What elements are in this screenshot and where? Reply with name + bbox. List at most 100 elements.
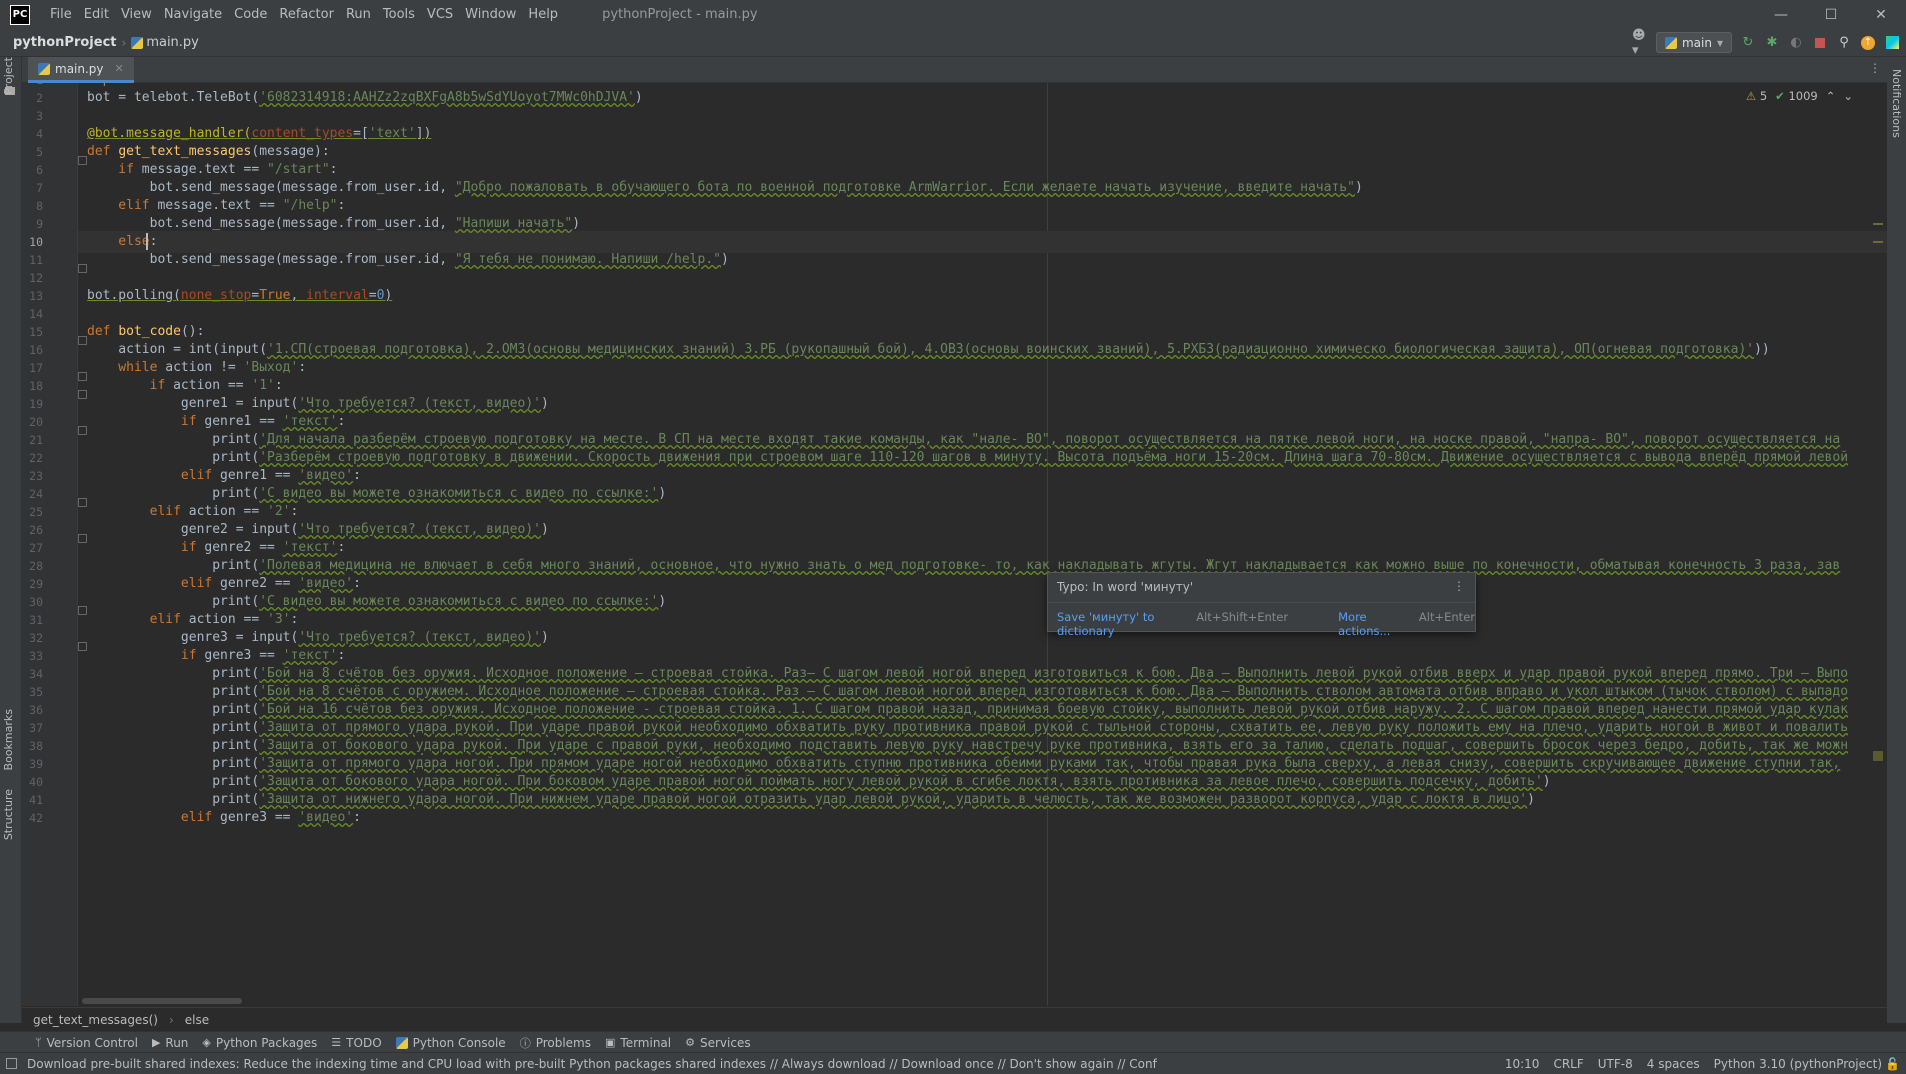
python-file-icon	[38, 62, 50, 75]
code-breadcrumbs: get_text_messages() › else	[22, 1007, 1887, 1032]
menu-edit[interactable]: Edit	[78, 0, 115, 29]
fold-marker-icon[interactable]	[78, 336, 87, 345]
maximize-icon[interactable]: ☐	[1806, 0, 1856, 29]
breadcrumb-project[interactable]: pythonProject	[13, 35, 117, 50]
python-console-tool[interactable]: Python Console	[395, 1036, 506, 1050]
user-icon[interactable]: ☻▾	[1632, 28, 1648, 58]
vertical-scrollbar[interactable]	[1873, 83, 1883, 1006]
close-tab-icon[interactable]: ✕	[115, 62, 124, 75]
caret-position[interactable]: 10:10	[1505, 1057, 1540, 1071]
close-icon[interactable]: ✕	[1856, 0, 1906, 29]
python-interpreter[interactable]: Python 3.10 (pythonProject)	[1714, 1057, 1882, 1071]
fold-marker-icon[interactable]	[78, 426, 87, 435]
more-actions-shortcut: Alt+Enter	[1418, 610, 1475, 624]
check-icon: ✔	[1775, 89, 1785, 103]
problems-tool[interactable]: ⓘ Problems	[520, 1035, 591, 1051]
line-number: 42	[29, 811, 43, 825]
menu-refactor[interactable]: Refactor	[273, 0, 340, 29]
status-message[interactable]: Download pre-built shared indexes: Reduc…	[27, 1057, 1157, 1071]
kebab-menu-icon[interactable]: ⋮	[1453, 579, 1465, 593]
version-control-tool[interactable]: ᛘ Version Control	[35, 1036, 138, 1050]
python-packages-tool[interactable]: ◈ Python Packages	[202, 1036, 317, 1050]
indent-setting[interactable]: 4 spaces	[1647, 1057, 1700, 1071]
fold-marker-icon[interactable]	[78, 642, 87, 651]
scroll-marker	[1873, 751, 1883, 761]
menu-view[interactable]: View	[115, 0, 158, 29]
kebab-menu-icon[interactable]: ⋮	[1869, 61, 1881, 75]
code-line: bot = telebot.TeleBot('6082314918:AAHZz2…	[87, 90, 643, 105]
window-controls: — ☐ ✕	[1756, 0, 1906, 29]
breadcrumb-else[interactable]: else	[185, 1013, 209, 1027]
services-tool[interactable]: ⚙ Services	[685, 1036, 750, 1050]
menu-window[interactable]: Window	[459, 0, 522, 29]
fold-marker-icon[interactable]	[78, 498, 87, 507]
breadcrumb-function[interactable]: get_text_messages()	[33, 1013, 158, 1027]
inspection-widget[interactable]: ⚠ 5 ✔ 1009 ⌃ ⌄	[1746, 89, 1853, 103]
title-bar: PC File Edit View Navigate Code Refactor…	[0, 0, 1906, 29]
list-icon: ☰	[331, 1036, 342, 1049]
bookmarks-tool-tab[interactable]: Bookmarks	[2, 709, 15, 770]
right-margin-guide	[1047, 83, 1048, 1006]
menu-help[interactable]: Help	[522, 0, 564, 29]
editor-tab-label: main.py	[55, 61, 104, 76]
popup-actions: Save 'минуту' to dictionary Alt+Shift+En…	[1057, 610, 1475, 638]
project-tool-tab[interactable]: Project	[2, 57, 15, 95]
terminal-icon: ▣	[605, 1036, 616, 1049]
more-actions-link[interactable]: More actions...	[1338, 610, 1405, 638]
fold-marker-icon[interactable]	[78, 264, 87, 273]
horizontal-scrollbar[interactable]	[82, 998, 242, 1004]
breadcrumb-file[interactable]: main.py	[131, 35, 199, 50]
stop-icon[interactable]	[1812, 35, 1828, 51]
todo-tool[interactable]: ☰ TODO	[331, 1036, 381, 1050]
jetbrains-icon[interactable]	[1884, 35, 1900, 51]
popup-title: Typo: In word 'минуту'	[1057, 580, 1194, 594]
fold-marker-icon[interactable]	[78, 606, 87, 615]
pycharm-logo-icon: PC	[10, 4, 30, 25]
search-icon[interactable]: ⚲	[1836, 35, 1852, 51]
status-bar: Download pre-built shared indexes: Reduc…	[0, 1052, 1906, 1074]
rerun-icon[interactable]: ↻	[1740, 35, 1756, 51]
menu-vcs[interactable]: VCS	[421, 0, 459, 29]
code-editor[interactable]: ⚠ 5 ✔ 1009 ⌃ ⌄ 1 2 3 4 5 6 7 8 9 10 11 1…	[22, 83, 1887, 1006]
run-tool[interactable]: ▶ Run	[152, 1036, 188, 1050]
minimize-icon[interactable]: —	[1756, 0, 1806, 29]
terminal-tool[interactable]: ▣ Terminal	[605, 1036, 671, 1050]
file-encoding[interactable]: UTF-8	[1598, 1057, 1633, 1071]
notifications-tool-tab[interactable]: Notifications	[1890, 69, 1903, 138]
coverage-icon[interactable]: ◐	[1788, 35, 1804, 51]
update-icon[interactable]: ↑	[1860, 35, 1876, 51]
menu-navigate[interactable]: Navigate	[158, 0, 228, 29]
chevron-up-icon[interactable]: ⌃	[1826, 89, 1836, 103]
fold-marker-icon[interactable]	[78, 372, 87, 381]
line-separator[interactable]: CRLF	[1553, 1057, 1583, 1071]
fold-marker-icon[interactable]	[78, 156, 87, 165]
menu-run[interactable]: Run	[340, 0, 377, 29]
info-icon: ⓘ	[519, 1036, 531, 1050]
warning-count[interactable]: ⚠ 5	[1746, 89, 1767, 103]
python-console-icon	[395, 1036, 408, 1049]
run-config-select[interactable]: main ▾	[1655, 32, 1732, 53]
typo-count[interactable]: ✔ 1009	[1775, 89, 1818, 103]
menu-file[interactable]: File	[44, 0, 78, 29]
python-file-icon	[131, 36, 144, 49]
play-icon: ▶	[151, 1036, 161, 1049]
breadcrumb-separator: ›	[168, 1013, 174, 1027]
left-tool-strip: Project Bookmarks Structure	[0, 57, 22, 1023]
status-widgets: 10:10 CRLF UTF-8 4 spaces Python 3.10 (p…	[1505, 1053, 1882, 1074]
main-toolbar: ☻▾ main ▾ ↻ ✱ ◐ ⚲ ↑	[1632, 28, 1900, 58]
lock-icon[interactable]: 🔓	[1885, 1057, 1900, 1071]
breadcrumb-separator: ›	[121, 35, 127, 50]
structure-tool-tab[interactable]: Structure	[2, 789, 15, 840]
menu-code[interactable]: Code	[228, 0, 273, 29]
menu-tools[interactable]: Tools	[377, 0, 421, 29]
run-config-label: main	[1681, 35, 1712, 50]
python-config-icon	[1664, 36, 1677, 49]
fold-marker-icon[interactable]	[78, 534, 87, 543]
chevron-down-icon[interactable]: ⌄	[1843, 89, 1853, 103]
debug-icon[interactable]: ✱	[1764, 35, 1780, 51]
fold-marker-icon[interactable]	[78, 390, 87, 399]
save-to-dictionary-link[interactable]: Save 'минуту' to dictionary	[1057, 610, 1182, 638]
branch-icon: ᛘ	[35, 1036, 42, 1049]
status-toggle-icon[interactable]	[6, 1058, 17, 1069]
editor-tab-main[interactable]: main.py ✕	[28, 57, 134, 83]
